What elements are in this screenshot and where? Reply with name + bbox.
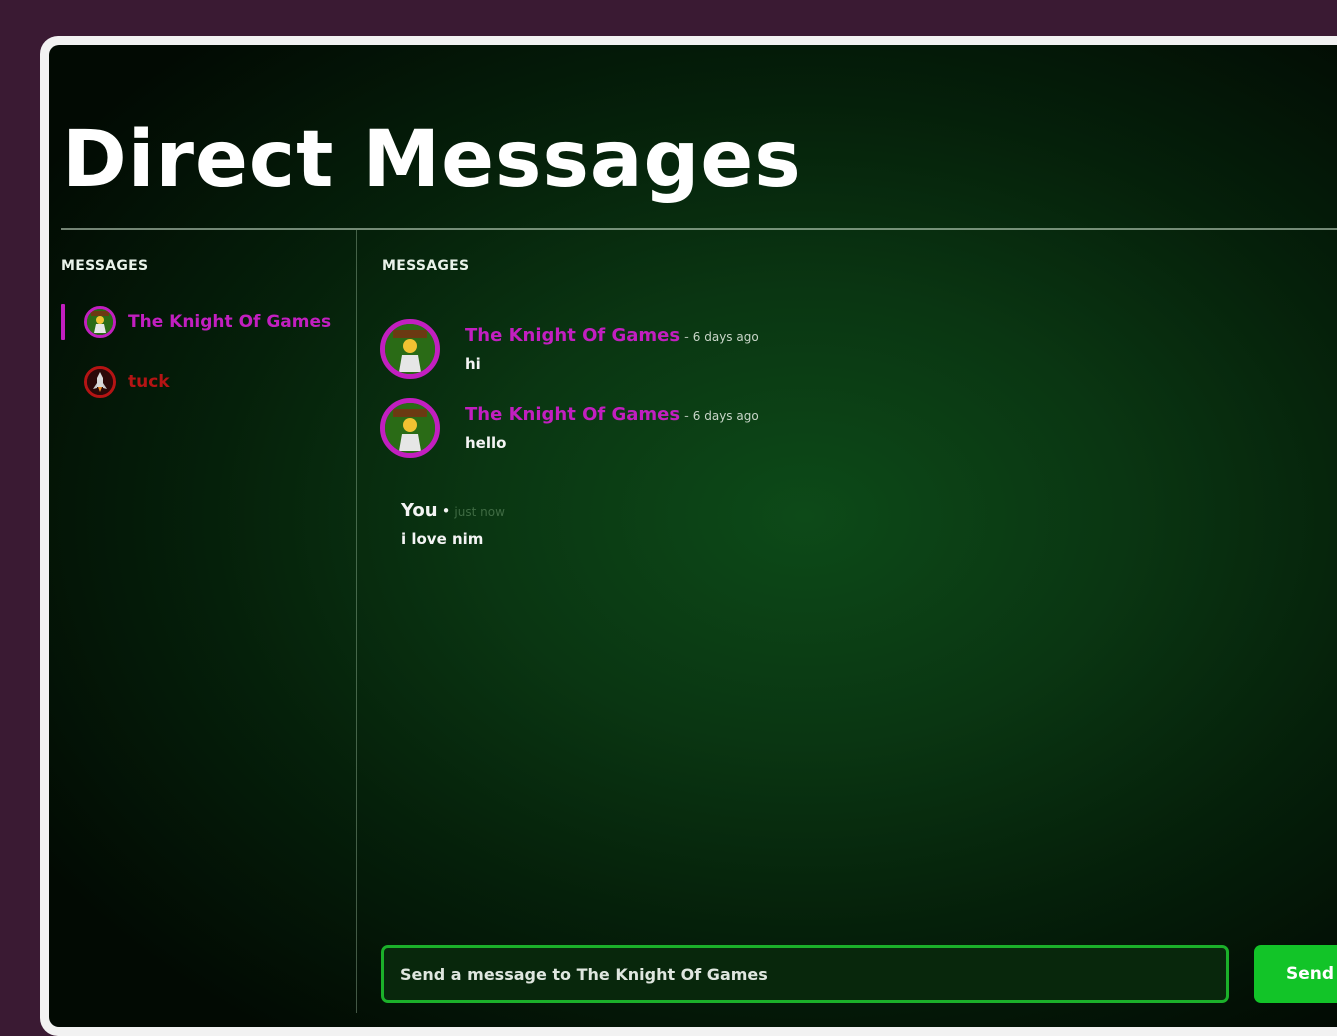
message-author[interactable]: The Knight Of Games xyxy=(465,325,680,346)
message-header: The Knight Of Games - 6 days ago xyxy=(465,404,759,425)
message-text: hello xyxy=(465,434,507,452)
thread-heading: MESSAGES xyxy=(382,258,470,274)
conversation-name: The Knight Of Games xyxy=(128,312,332,332)
header-separator: - xyxy=(684,409,689,424)
message-input[interactable] xyxy=(398,963,1226,985)
message-header: You • just now xyxy=(401,500,505,521)
message-author: You xyxy=(401,500,438,521)
sidebar-heading: MESSAGES xyxy=(61,258,149,274)
send-button[interactable]: Send xyxy=(1254,945,1337,1003)
rocket-avatar-icon xyxy=(84,366,116,398)
message-text: i love nim xyxy=(401,530,484,548)
knight-avatar-icon[interactable] xyxy=(380,319,440,379)
message-author[interactable]: The Knight Of Games xyxy=(465,404,680,425)
dm-panel: Direct Messages MESSAGES The Knight Of G… xyxy=(49,45,1337,1027)
conversation-item-knight[interactable]: The Knight Of Games xyxy=(61,302,331,342)
message-timestamp: 6 days ago xyxy=(692,330,759,344)
header-separator: • xyxy=(441,502,451,520)
page-title: Direct Messages xyxy=(62,115,802,205)
knight-avatar-icon[interactable] xyxy=(380,398,440,458)
knight-avatar-icon xyxy=(84,306,116,338)
conversation-name: tuck xyxy=(128,372,170,392)
conversation-item-tuck[interactable]: tuck xyxy=(61,362,170,402)
active-indicator xyxy=(61,304,65,340)
conversation-sidebar: MESSAGES The Knight Of Games tuck xyxy=(49,230,357,1027)
app-window: Direct Messages MESSAGES The Knight Of G… xyxy=(40,36,1337,1036)
message-header: The Knight Of Games - 6 days ago xyxy=(465,325,759,346)
message-timestamp: just now xyxy=(454,505,505,519)
message-timestamp: 6 days ago xyxy=(692,409,759,423)
message-composer xyxy=(381,945,1229,1003)
column-divider xyxy=(356,230,357,1013)
header-separator: - xyxy=(684,330,689,345)
message-text: hi xyxy=(465,355,481,373)
